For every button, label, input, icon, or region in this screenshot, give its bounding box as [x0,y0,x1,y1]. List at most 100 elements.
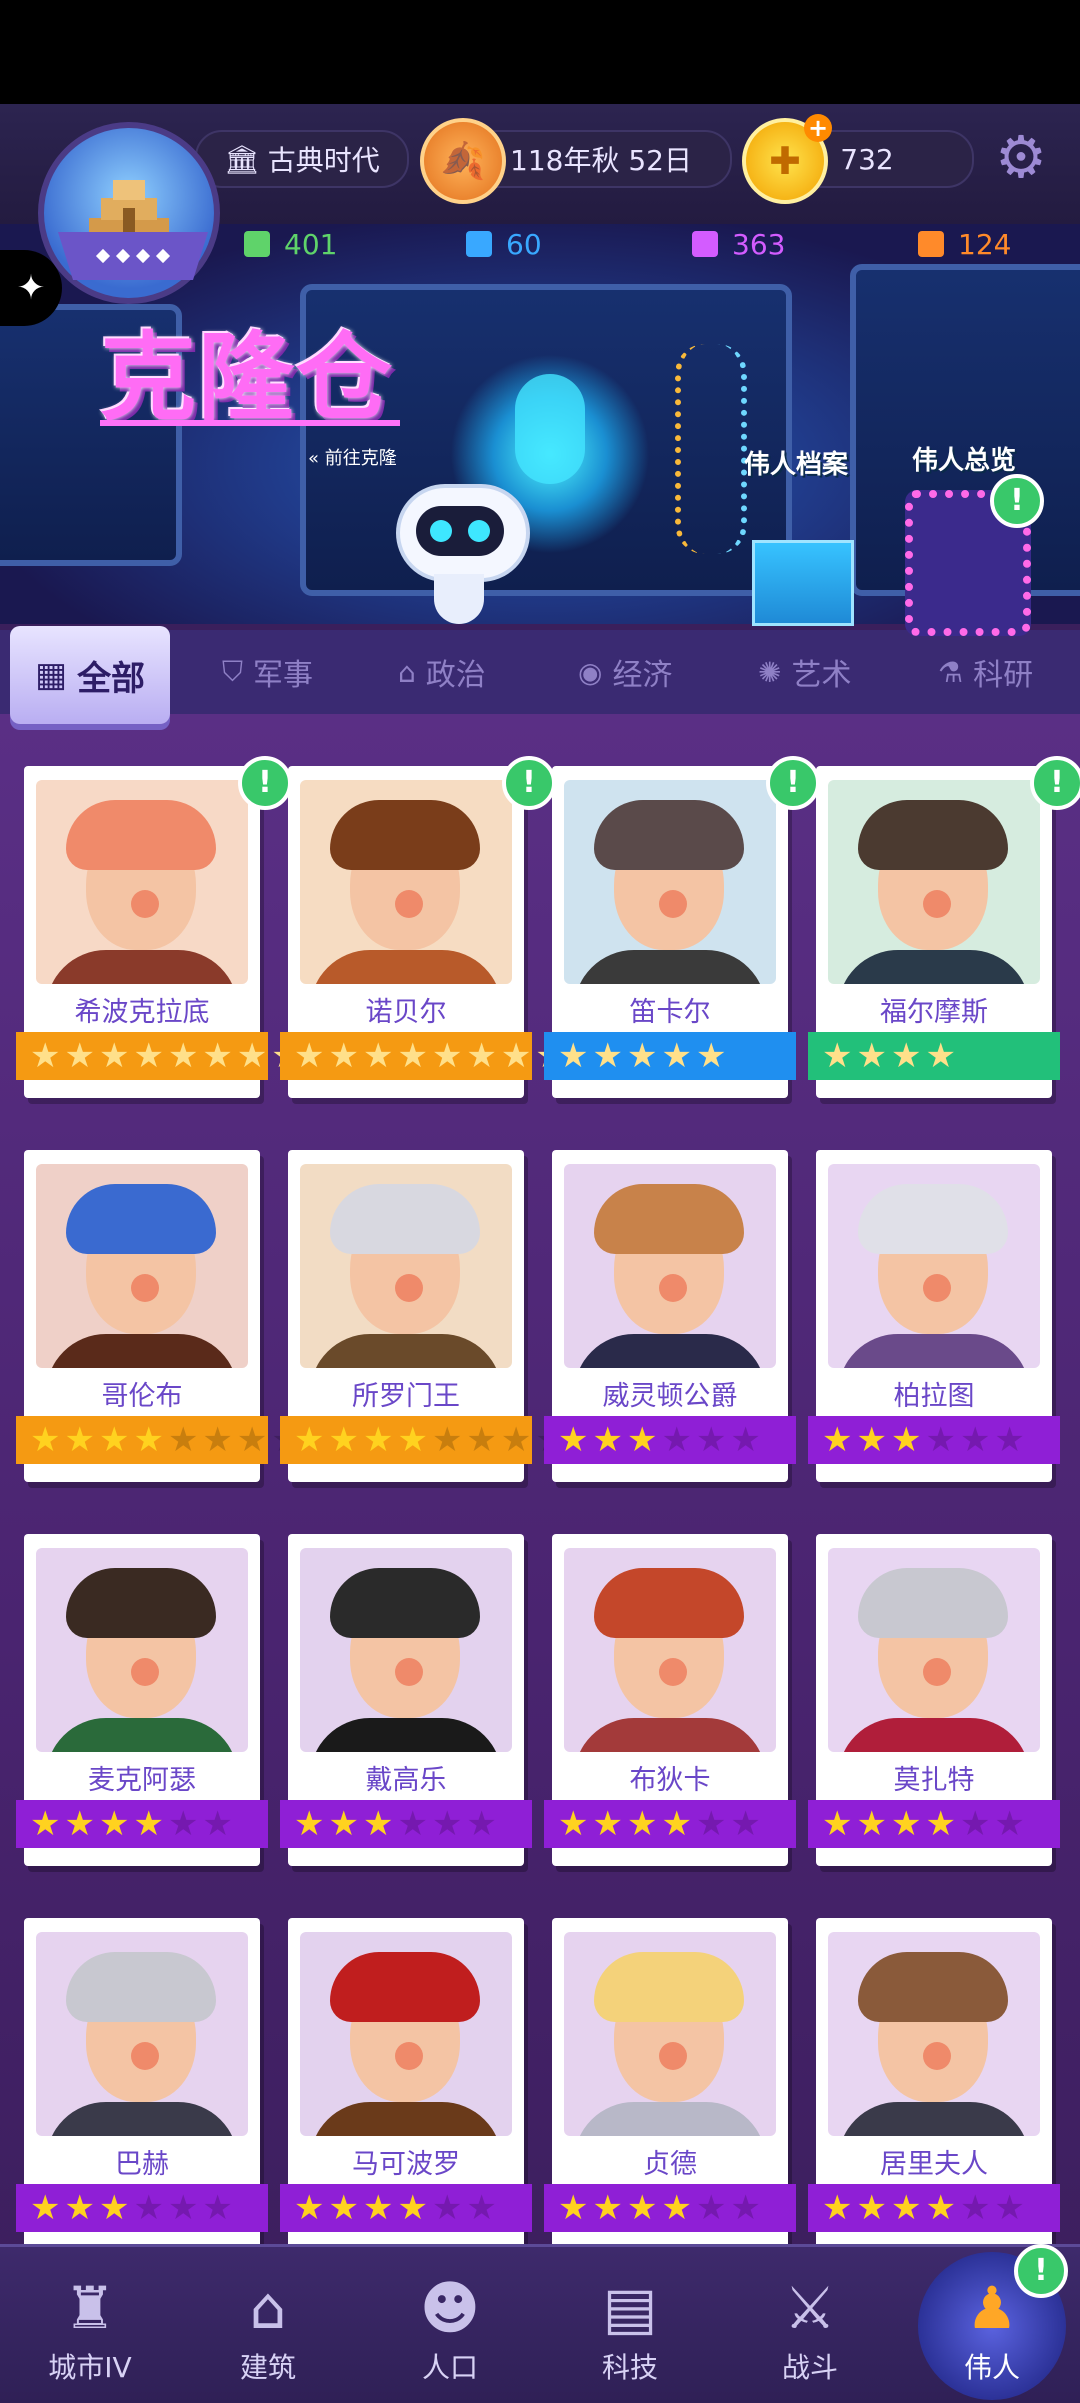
star-icon: ★ [64,1420,95,1460]
season-icon[interactable]: 🍂 [420,118,506,204]
star-icon: ★ [328,1420,359,1460]
star-icon: ★ [328,1804,359,1844]
great-person-card[interactable]: 哥伦布 ★★★★★★★★ [16,1150,302,1482]
great-person-card[interactable]: 柏拉图 ★ ★ ★ ★ ★ ★ [808,1150,1060,1482]
star-icon: ★ [890,2188,922,2228]
star-icon: ★ [925,1804,956,1844]
star-icon: ★ [856,1036,887,1076]
nav-city[interactable]: ♜ 城市IV [20,2270,160,2396]
star-icon: ★ [466,1036,497,1076]
settings-gear-icon[interactable]: ⚙ [990,126,1052,188]
star-icon: ★ [30,1420,61,1460]
overview-label[interactable]: 伟人总览 [912,440,1016,477]
star-icon: ★ [397,1036,428,1076]
star-icon: ★ [856,1420,887,1460]
star-icon: ★ [202,2188,233,2228]
great-person-name: 诺贝尔 [365,997,447,1028]
star-icon: ★ [500,1036,532,1076]
tab-all[interactable]: ▦ 全部 [10,626,170,724]
star-icon: ★ [558,1420,589,1460]
go-clone-link[interactable]: « 前往克隆 [308,444,397,470]
great-person-card[interactable]: 贞德 ★ ★ ★ ★ ★ ★ [544,1918,796,2244]
star-icon: ★ [30,2188,61,2228]
great-person-name: 威灵顿公爵 [602,1381,738,1412]
great-person-card[interactable]: 希波克拉底 ★★★★★★★★! [16,756,302,1098]
great-person-name: 笛卡尔 [629,997,711,1028]
great-person-name: 莫扎特 [893,1765,975,1796]
great-person-card[interactable]: 威灵顿公爵 ★ ★ ★ ★ ★ ★ [544,1150,796,1482]
era-label[interactable]: 🏛 古典时代 [195,130,409,188]
star-icon: ★ [167,2188,199,2228]
nav-buildings[interactable]: ⌂ 建筑 [198,2270,338,2396]
flask-icon: ⚗ [938,655,964,689]
tab-art[interactable]: ✺ 艺术 [758,630,851,714]
star-rating: ★★★★★★★★ [16,1416,302,1464]
robot-mascot[interactable] [396,484,530,582]
nav-population[interactable]: ☻ 人口 [380,2270,520,2396]
great-person-card[interactable]: 莫扎特 ★ ★ ★ ★ ★ ★ [808,1534,1060,1866]
tab-research[interactable]: ⚗ 科研 [938,630,1033,714]
star-icon: ★ [890,1804,922,1844]
star-icon: ★ [730,1420,761,1460]
nav-technology[interactable]: ▤ 科技 [560,2270,700,2396]
star-rating: ★ ★ ★ ★ [808,1032,1060,1080]
star-rating: ★★★★★★★★ [16,1032,302,1080]
great-person-card[interactable]: 福尔摩斯 ★ ★ ★ ★! [808,756,1080,1098]
tab-politics[interactable]: ⌂ 政治 [398,630,486,714]
star-icon: ★ [397,1420,428,1460]
star-icon: ★ [626,1420,658,1460]
great-person-card[interactable]: 笛卡尔 ★ ★ ★ ★ ★! [544,756,820,1098]
nav-great-people-alert-badge: ! [1014,2244,1068,2298]
house-icon: ⌂ [249,2274,287,2342]
great-person-name: 哥伦布 [101,1381,183,1412]
great-person-card[interactable]: 戴高乐 ★ ★ ★ ★ ★ ★ [280,1534,532,1866]
overview-alert-badge: ! [990,474,1044,528]
star-icon: ★ [959,1420,991,1460]
archive-label[interactable]: 伟人档案 [744,444,848,481]
tab-economy[interactable]: ◉ 经济 [578,630,672,714]
star-icon: ★ [558,1036,589,1076]
resource-purple: 363 [692,222,785,266]
star-icon: ★ [466,2188,497,2228]
person-icon: ☻ [419,2274,481,2342]
star-icon: ★ [890,1036,922,1076]
portrait-image [300,1932,512,2136]
nav-battle[interactable]: ⚔ 战斗 [740,2270,880,2396]
star-icon: ★ [890,1420,922,1460]
portrait-image [36,1164,248,1368]
great-person-card[interactable]: 布狄卡 ★ ★ ★ ★ ★ ★ [544,1534,796,1866]
tab-military[interactable]: ⛉ 军事 [222,630,313,714]
card-alert-badge: ! [766,756,820,810]
great-person-card[interactable]: 所罗门王 ★★★★★★★★ [280,1150,566,1482]
star-icon: ★ [466,1804,497,1844]
coin-icon[interactable]: ✚ + [742,114,832,204]
great-person-card[interactable]: 巴赫 ★ ★ ★ ★ ★ ★ [16,1918,268,2244]
portrait-image [564,780,776,984]
star-icon: ★ [202,1804,233,1844]
star-rating: ★ ★ ★ ★ ★ ★ [280,2184,532,2232]
great-person-name: 巴赫 [115,2149,169,2180]
great-person-card[interactable]: 居里夫人 ★ ★ ★ ★ ★ ★ [808,1918,1060,2244]
star-icon: ★ [592,2188,623,2228]
star-icon: ★ [822,1804,853,1844]
archive-box-icon[interactable] [752,540,854,626]
star-icon: ★ [661,1420,692,1460]
great-person-name: 贞德 [643,2149,697,2180]
star-rating: ★ ★ ★ ★ ★ ★ [544,2184,796,2232]
great-person-name: 麦克阿瑟 [88,1765,196,1796]
star-icon: ★ [133,1420,164,1460]
great-person-name: 福尔摩斯 [880,997,988,1028]
great-person-card[interactable]: 马可波罗 ★ ★ ★ ★ ★ ★ [280,1918,532,2244]
portrait-image [300,780,512,984]
star-icon: ★ [431,2188,463,2228]
clone-bay-title: 克隆仓 [100,322,394,434]
resource-green: 401 [244,222,337,266]
star-icon: ★ [167,1420,199,1460]
great-person-card[interactable]: 麦克阿瑟 ★ ★ ★ ★ ★ ★ [16,1534,268,1866]
star-icon: ★ [133,1804,164,1844]
star-icon: ★ [98,1420,130,1460]
star-icon: ★ [994,2188,1025,2228]
add-coins-button[interactable]: + [804,114,832,142]
star-icon: ★ [294,2188,325,2228]
great-person-card[interactable]: 诺贝尔 ★★★★★★★★! [280,756,566,1098]
